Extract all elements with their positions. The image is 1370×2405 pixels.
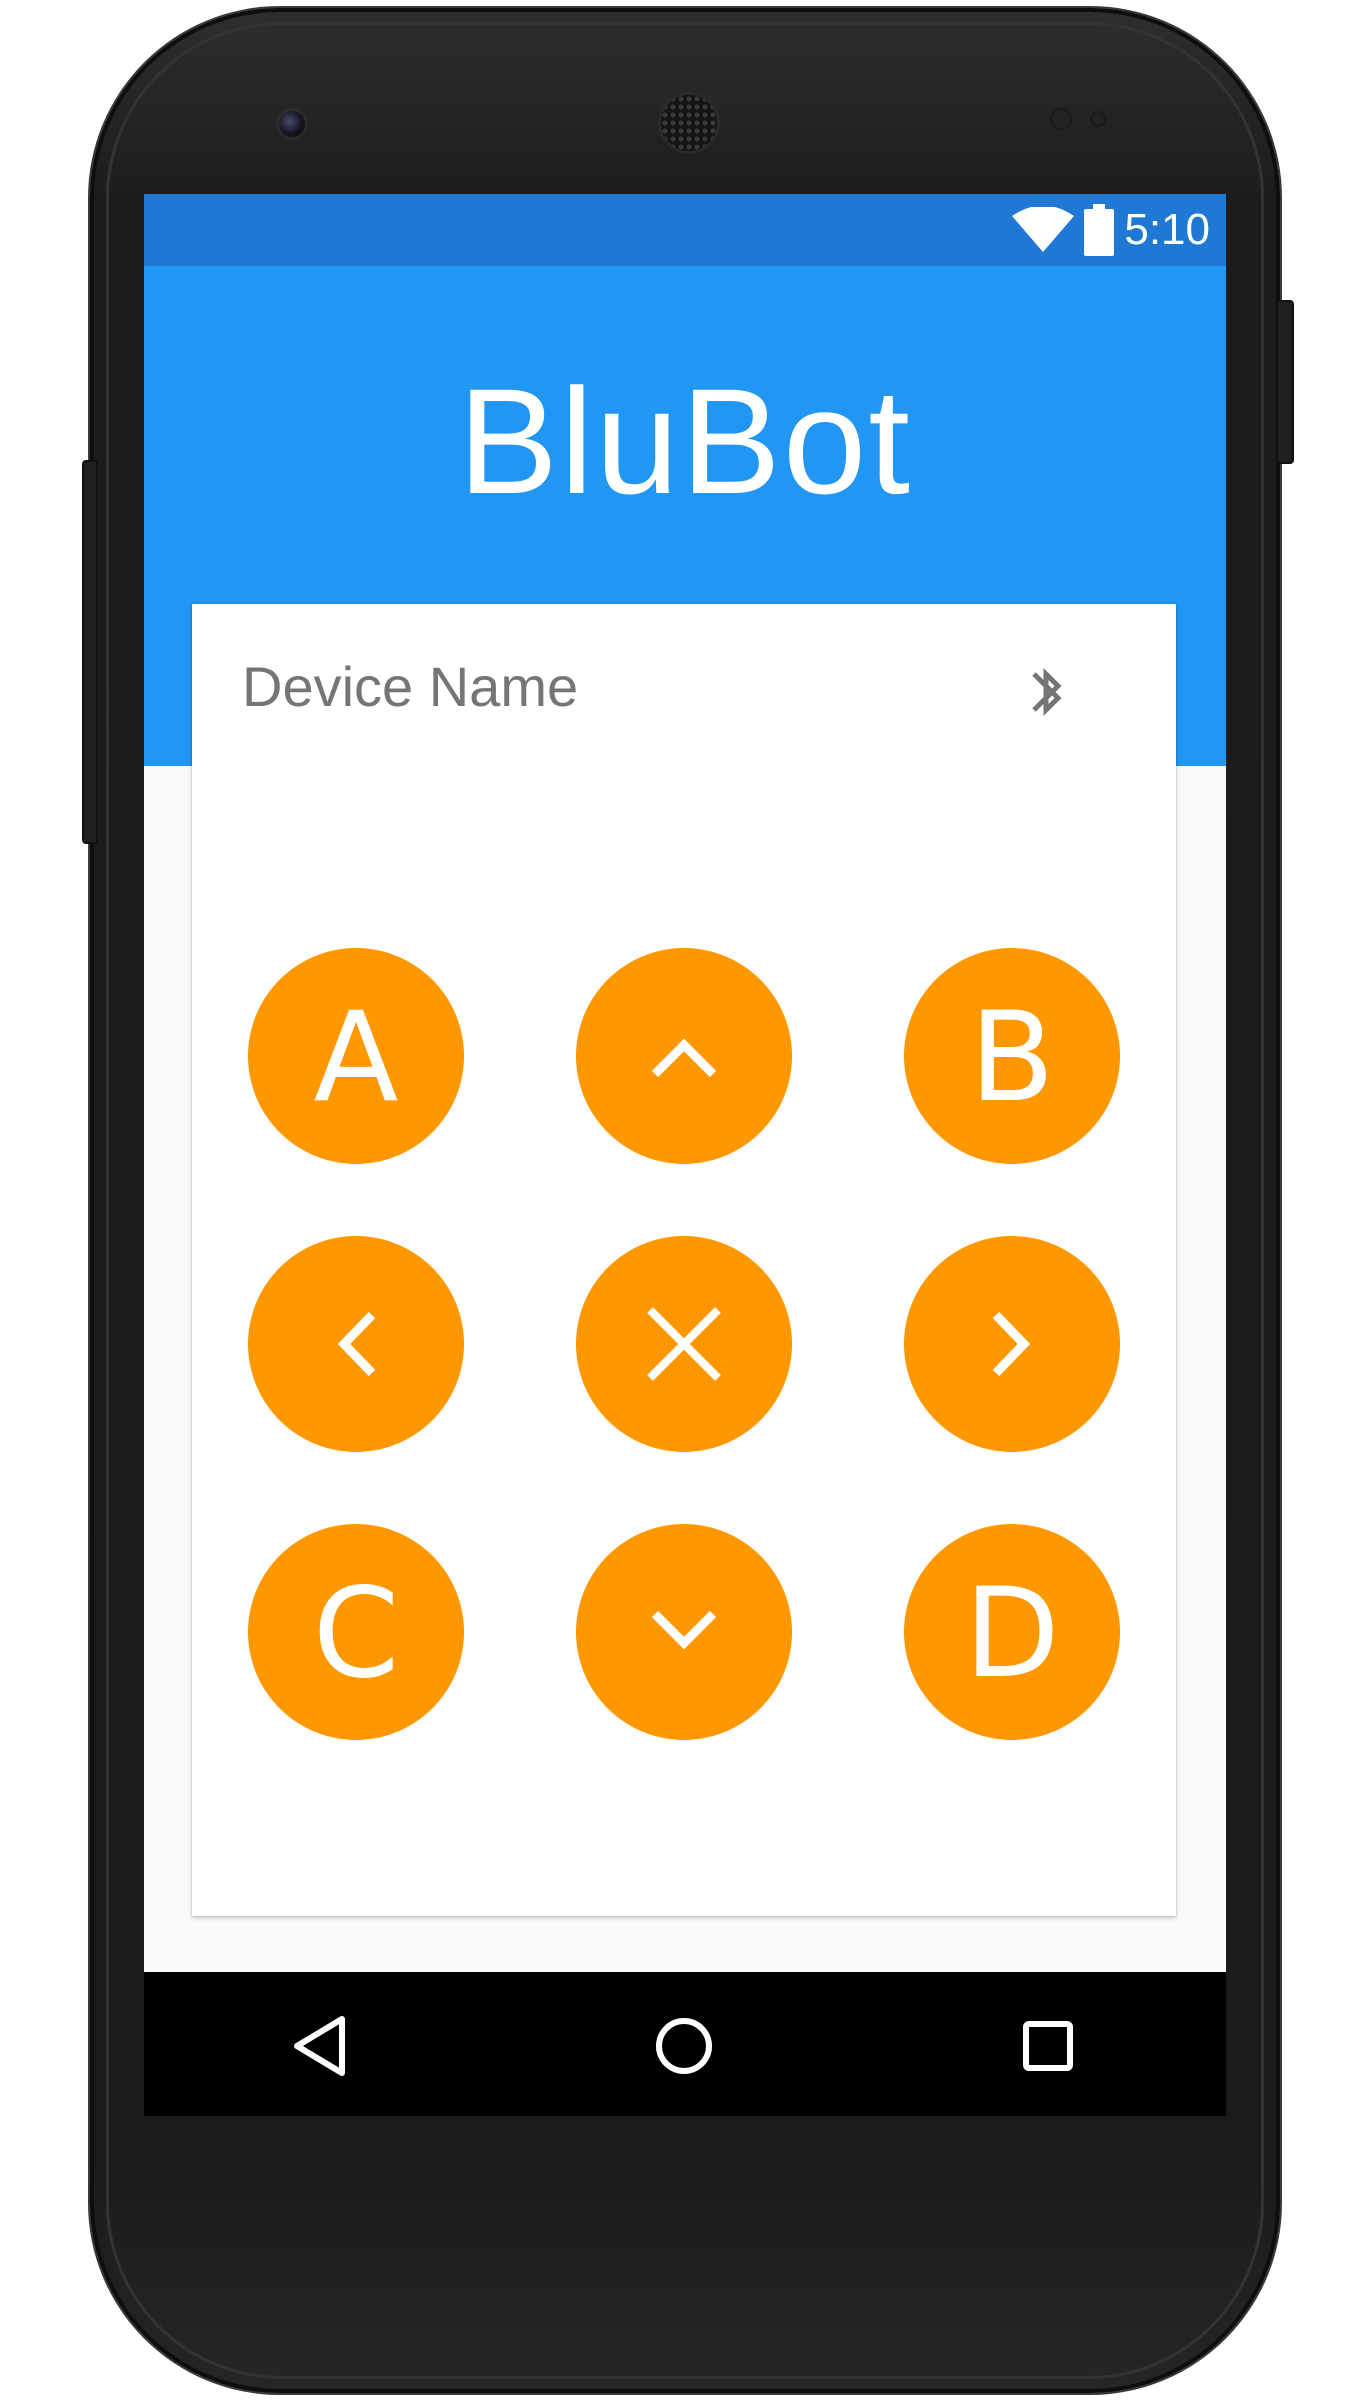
home-button[interactable]	[646, 2008, 722, 2084]
light-sensor	[1090, 111, 1106, 127]
recents-icon	[1023, 2021, 1073, 2071]
home-icon	[656, 2018, 712, 2074]
proximity-sensor	[1050, 108, 1072, 130]
right-button[interactable]	[904, 1236, 1120, 1452]
chevron-up-icon	[651, 1038, 717, 1078]
recents-button[interactable]	[1010, 2008, 1086, 2084]
back-icon	[294, 2016, 345, 2076]
chevron-right-icon	[992, 1311, 1031, 1377]
navigation-bar	[144, 1972, 1226, 2116]
close-icon	[647, 1307, 721, 1381]
a-button[interactable]: A	[248, 948, 464, 1164]
app-title: BluBot	[458, 357, 912, 525]
b-button[interactable]: B	[904, 948, 1120, 1164]
down-button[interactable]	[576, 1524, 792, 1740]
earpiece-speaker	[658, 92, 720, 154]
b-button-label: B	[969, 986, 1055, 1130]
screen: 5:10 BluBot Device Name A B C D	[144, 194, 1226, 2116]
c-button-label: C	[312, 1562, 400, 1706]
controller-card: Device Name A B C D	[192, 604, 1176, 1916]
d-button-label: D	[964, 1562, 1060, 1706]
control-pad: A B C D	[192, 604, 1176, 1916]
c-button[interactable]: C	[248, 1524, 464, 1740]
battery-icon	[1084, 204, 1115, 256]
front-camera	[276, 108, 308, 140]
left-button[interactable]	[248, 1236, 464, 1452]
power-button	[1276, 300, 1294, 464]
chevron-down-icon	[651, 1610, 717, 1650]
volume-button	[82, 460, 98, 844]
status-time: 5:10	[1124, 205, 1210, 254]
a-button-label: A	[313, 986, 399, 1130]
stop-button[interactable]	[576, 1236, 792, 1452]
status-icons: 5:10	[1012, 204, 1210, 256]
up-button[interactable]	[576, 948, 792, 1164]
d-button[interactable]: D	[904, 1524, 1120, 1740]
chevron-left-icon	[337, 1311, 376, 1377]
wifi-icon	[1012, 207, 1075, 252]
back-button[interactable]	[282, 2008, 358, 2084]
status-bar: 5:10	[144, 194, 1226, 266]
